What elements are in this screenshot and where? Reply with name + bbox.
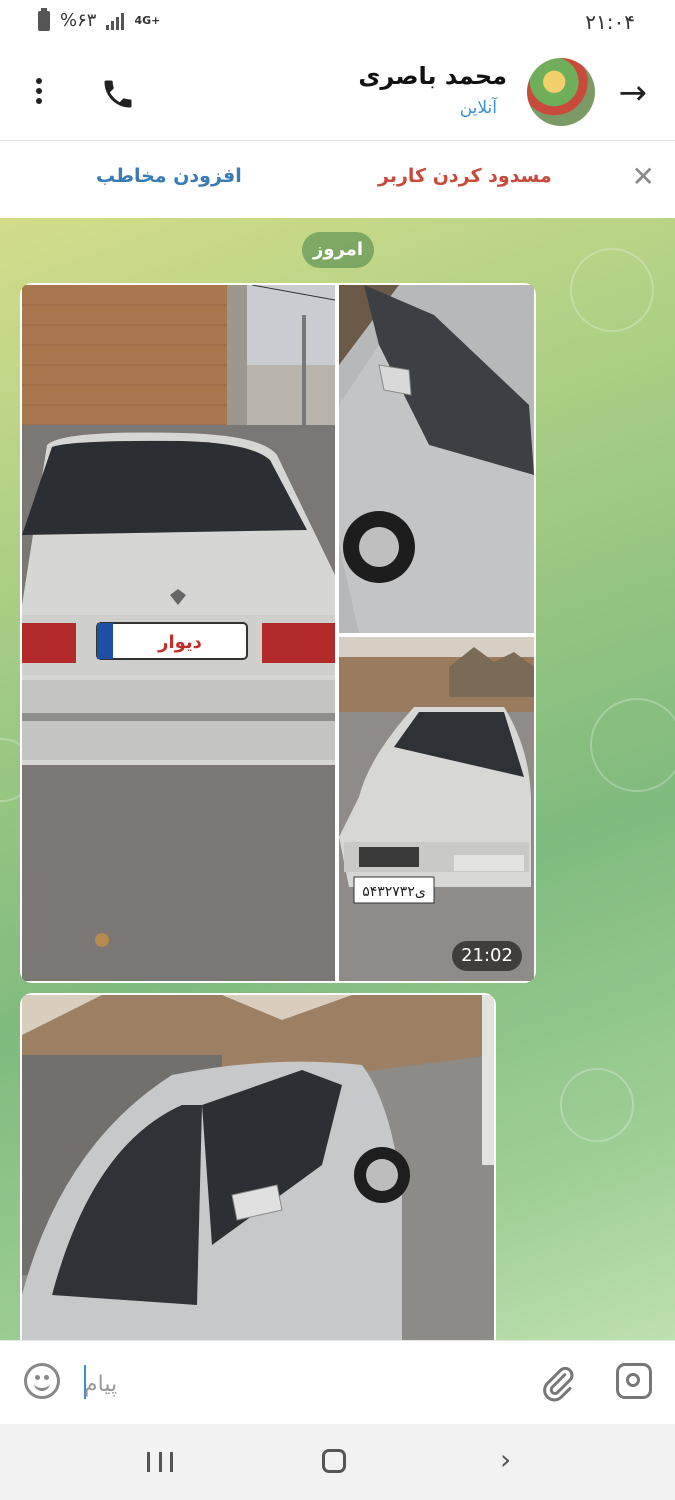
system-nav-bar: › [0, 1424, 675, 1500]
message-input[interactable] [82, 1361, 506, 1407]
nav-back-icon[interactable]: › [500, 1446, 511, 1474]
chat-area[interactable]: امروز دیوار ۵۴ی۳۲۷۳۲ 21:02 [0, 218, 675, 1340]
message-composer [0, 1340, 675, 1425]
avatar[interactable] [527, 58, 595, 126]
back-arrow-icon[interactable]: → [619, 76, 648, 110]
car-front-photo[interactable]: ۵۴ی۳۲۷۳۲ 21:02 [339, 637, 534, 981]
attach-icon[interactable] [540, 1363, 576, 1403]
status-time: ۲۱:۰۴ [585, 10, 635, 34]
phone-icon[interactable] [100, 76, 136, 112]
car-rear-photo[interactable]: دیوار [22, 285, 335, 981]
camera-icon[interactable] [616, 1363, 652, 1399]
contact-action-bar: ✕ مسدود کردن کاربر افزودن مخاطب [0, 141, 675, 217]
signal-icon [106, 12, 125, 30]
status-bar: %۶۳ 4G+ ۲۱:۰۴ [0, 0, 675, 46]
recent-apps-icon[interactable] [147, 1452, 173, 1472]
block-user-button[interactable]: مسدود کردن کاربر [378, 165, 552, 187]
photo-message[interactable] [20, 993, 496, 1340]
car-side-photo[interactable] [339, 285, 534, 633]
add-contact-button[interactable]: افزودن مخاطب [96, 165, 242, 187]
date-separator: امروز [302, 232, 374, 268]
contact-name[interactable]: محمد باصری [358, 62, 507, 90]
status-icons: %۶۳ 4G+ [38, 7, 161, 31]
message-time: 21:02 [452, 941, 522, 971]
battery-icon [38, 7, 50, 31]
emoji-icon[interactable] [24, 1363, 60, 1399]
plate-text: دیوار [157, 632, 202, 653]
contact-status: آنلاین [459, 98, 497, 118]
more-options-icon[interactable] [33, 78, 45, 108]
home-icon[interactable] [322, 1449, 346, 1473]
photo-album-message[interactable]: دیوار ۵۴ی۳۲۷۳۲ 21:02 [20, 283, 536, 983]
car-angle-photo[interactable] [22, 995, 494, 1340]
close-icon[interactable]: ✕ [632, 163, 655, 191]
battery-level: %۶۳ [60, 10, 97, 31]
plate-number: ۵۴ی۳۲۷۳۲ [362, 884, 426, 900]
chat-header: → محمد باصری آنلاین [0, 46, 675, 141]
network-type: 4G+ [134, 13, 161, 27]
